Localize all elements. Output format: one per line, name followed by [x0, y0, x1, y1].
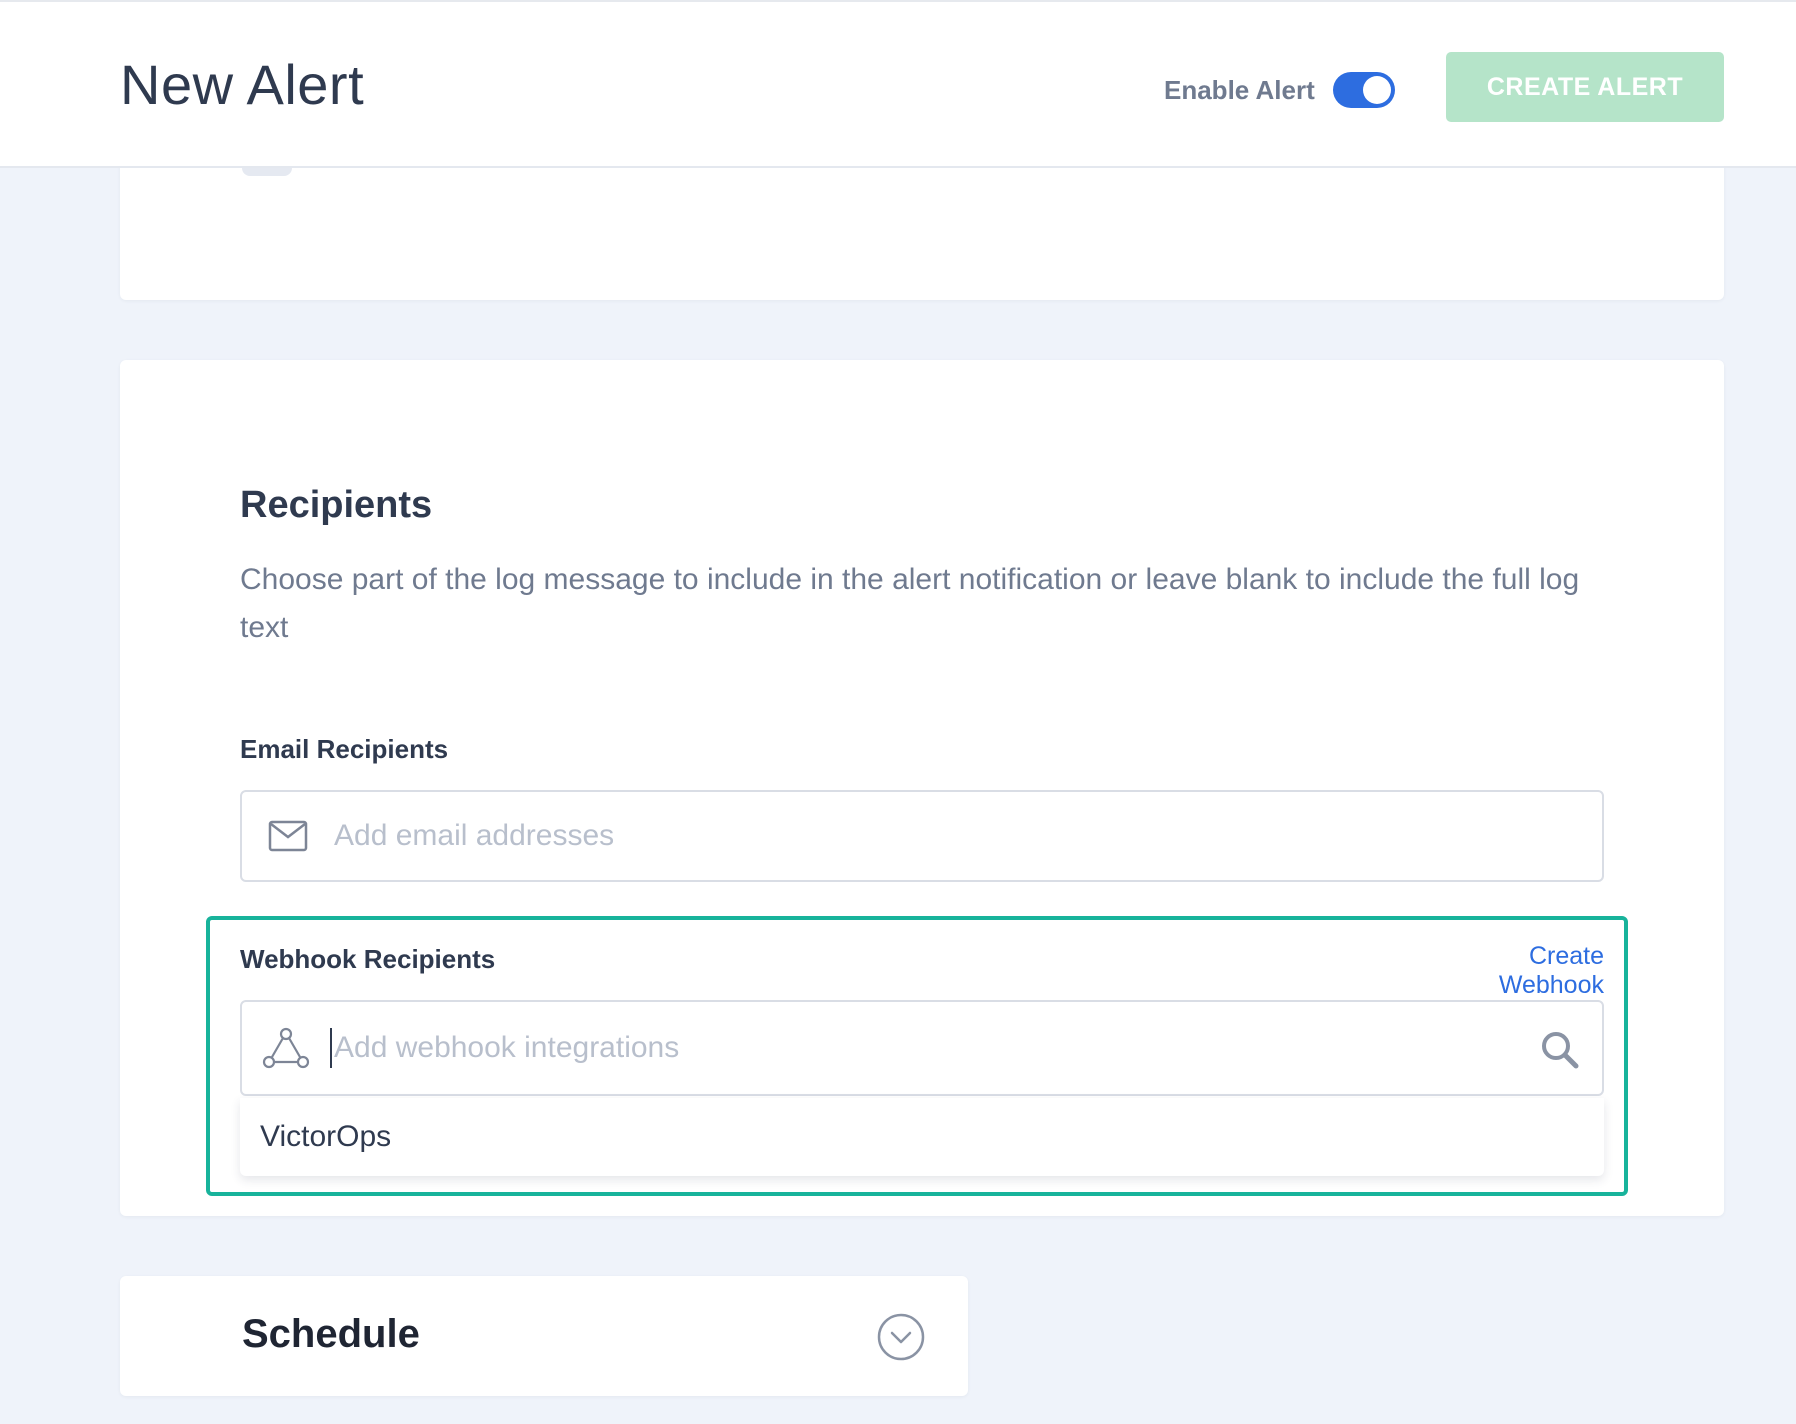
webhook-icon — [242, 1002, 330, 1094]
recipients-description: Choose part of the log message to includ… — [240, 563, 1580, 644]
create-alert-button[interactable]: CREATE ALERT — [1446, 52, 1724, 122]
recipients-card: Recipients Choose part of the log messag… — [120, 360, 1724, 1216]
webhook-options-dropdown: VictorOps — [240, 1098, 1604, 1176]
page-header: New Alert Enable Alert CREATE ALERT — [0, 0, 1796, 168]
webhook-placeholder: Add webhook integrations — [334, 1031, 680, 1064]
chevron-down-circle-icon[interactable] — [876, 1312, 926, 1367]
email-recipients-label: Email Recipients — [240, 734, 449, 764]
webhook-recipients-input[interactable]: Add webhook integrations — [240, 1000, 1604, 1096]
search-icon[interactable] — [1540, 1030, 1580, 1075]
recipients-title: Recipients — [240, 484, 433, 526]
schedule-title: Schedule — [242, 1312, 420, 1356]
dropdown-option-victorops[interactable]: VictorOps — [240, 1098, 1604, 1176]
page-title: New Alert — [120, 53, 365, 116]
enable-alert-toggle[interactable] — [1332, 72, 1395, 108]
webhook-recipients-label: Webhook Recipients — [240, 944, 496, 974]
enable-alert-control: Enable Alert — [1164, 66, 1395, 114]
schedule-card[interactable]: Schedule — [120, 1276, 968, 1396]
email-recipients-input[interactable]: Add email addresses — [240, 790, 1604, 882]
email-placeholder: Add email addresses — [334, 819, 615, 852]
enable-alert-label: Enable Alert — [1164, 74, 1315, 105]
mail-icon — [242, 792, 334, 880]
toggle-knob — [1362, 76, 1391, 104]
text-caret — [330, 1028, 332, 1068]
create-webhook-link[interactable]: Create Webhook — [1424, 942, 1604, 1000]
